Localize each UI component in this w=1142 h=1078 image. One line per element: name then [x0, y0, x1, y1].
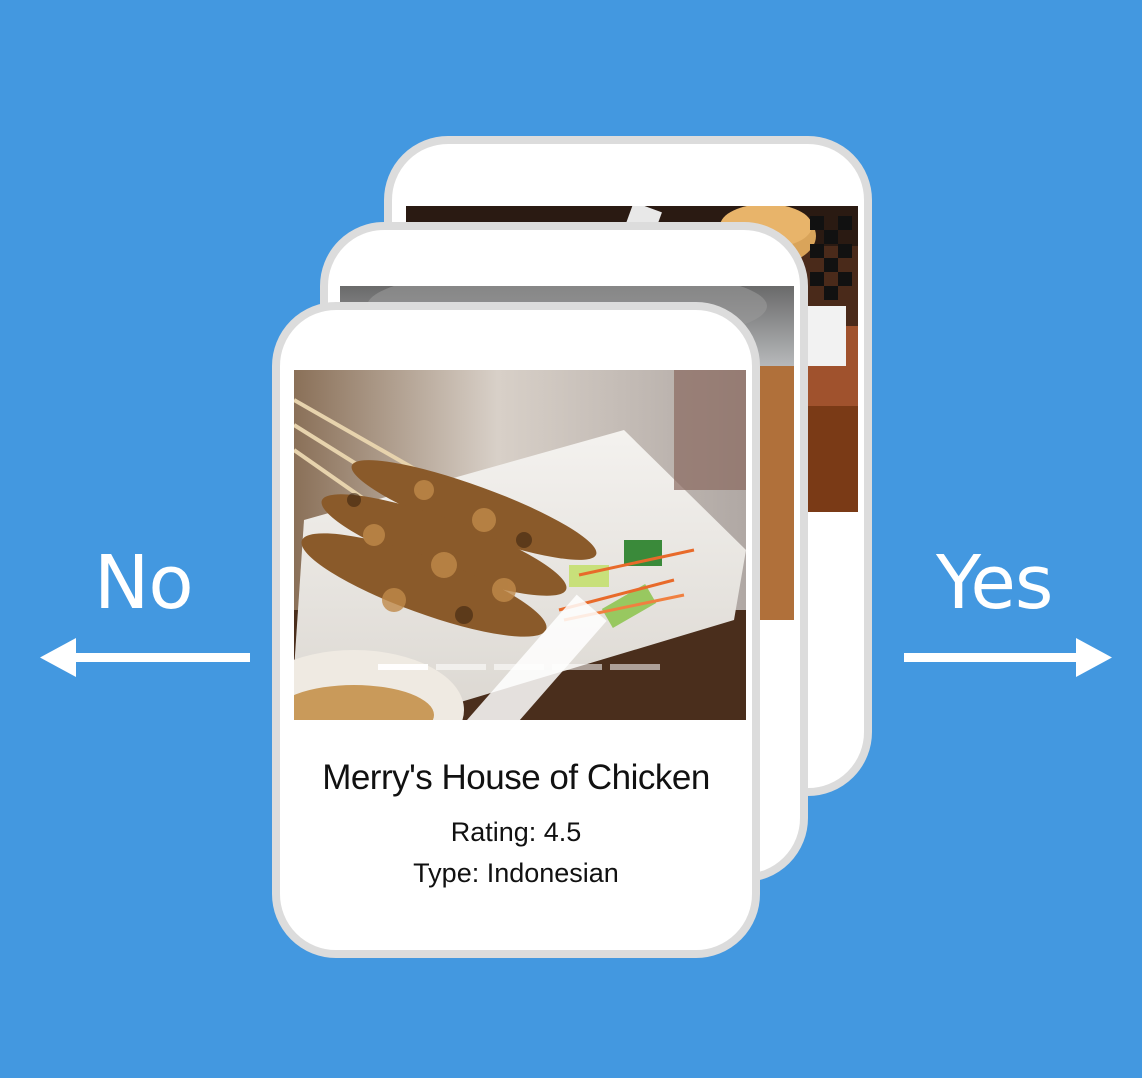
restaurant-rating: Rating: 4.5 — [450, 817, 582, 847]
arrow-right-icon — [904, 638, 1112, 677]
photo-indicator[interactable] — [494, 664, 544, 670]
arrow-left-icon — [40, 638, 250, 677]
chevron-right-icon[interactable] — [692, 560, 746, 720]
chevron-left-icon[interactable] — [310, 560, 746, 720]
photo-indicators — [378, 664, 660, 670]
photo-indicator[interactable] — [610, 664, 660, 670]
card-info: Merry's House of Chicken Rating: 4.5 Typ… — [280, 750, 752, 887]
restaurant-name: Merry's House of Chicken — [322, 758, 710, 797]
restaurant-card-front[interactable]: Merry's House of Chicken Rating: 4.5 Typ… — [272, 302, 760, 958]
swipe-yes-label[interactable]: Yes — [936, 546, 1053, 620]
satay-photo — [294, 370, 746, 720]
photo-indicator[interactable] — [378, 664, 428, 670]
photo-indicator[interactable] — [436, 664, 486, 670]
restaurant-type: Type: Indonesian — [413, 858, 619, 888]
photo-indicator[interactable] — [552, 664, 602, 670]
swipe-no-label[interactable]: No — [94, 546, 194, 620]
